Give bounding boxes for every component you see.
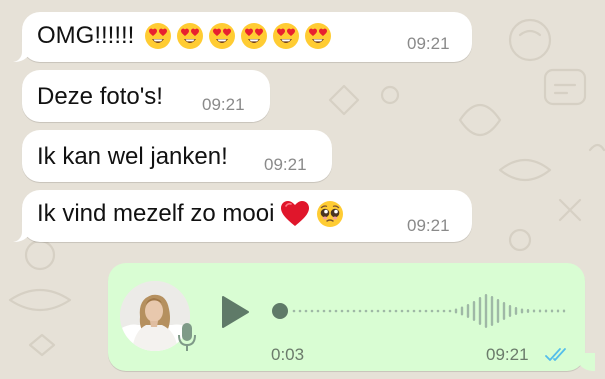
waveform-bar: [472, 301, 476, 321]
waveform-bar: [454, 308, 458, 314]
waveform-bar: [496, 299, 500, 323]
red-heart-emoji: [281, 201, 310, 226]
waveform-dot: [424, 309, 428, 313]
waveform-dot: [412, 309, 416, 313]
message-text: Ik kan wel janken!: [37, 143, 228, 170]
waveform-dot: [340, 309, 344, 313]
waveform-dot: [370, 309, 374, 313]
voice-duration: 0:03: [271, 345, 305, 364]
heart-eyes-emoji-row: [144, 22, 332, 50]
message-time: 09:21: [407, 216, 450, 235]
message-text-row: Ik vind mezelf zo mooi: [37, 200, 344, 228]
waveform-bar: [538, 309, 542, 313]
message-bubble-3[interactable]: Ik kan wel janken! 09:21: [22, 130, 332, 182]
pleading-face-emoji: [317, 201, 344, 227]
waveform-dot: [394, 309, 398, 313]
waveform-bar: [550, 309, 554, 313]
heart-eyes-emoji: [241, 23, 268, 49]
waveform-dot: [310, 309, 314, 313]
heart-eyes-emoji: [305, 23, 332, 49]
waveform-dot: [316, 309, 320, 313]
heart-eyes-emoji: [177, 23, 204, 49]
message-text-row: Deze foto's!: [37, 83, 163, 111]
message-text: OMG!!!!!!: [37, 22, 135, 49]
waveform-dot: [382, 309, 386, 313]
message-bubble-2[interactable]: Deze foto's! 09:21: [22, 70, 270, 122]
waveform-dot: [364, 309, 368, 313]
waveform-dot: [328, 309, 332, 313]
waveform-dot: [358, 309, 362, 313]
message-text: Ik vind mezelf zo mooi: [37, 200, 275, 227]
waveform-bar: [526, 309, 530, 313]
message-text-row: Ik kan wel janken!: [37, 143, 228, 171]
message-bubble-1[interactable]: OMG!!!!!! 09:21: [8, 12, 472, 62]
message-time: 09:21: [264, 155, 307, 174]
waveform-bar: [466, 304, 470, 318]
voice-time: 09:21: [486, 345, 529, 364]
waveform-bar: [556, 309, 560, 313]
heart-eyes-emoji: [273, 23, 300, 49]
waveform-bar: [502, 302, 506, 320]
waveform-dot: [406, 309, 410, 313]
waveform-dot: [334, 309, 338, 313]
waveform-bar: [514, 307, 518, 315]
waveform-dot: [418, 309, 422, 313]
waveform-dot: [292, 309, 296, 313]
heart-eyes-emoji: [209, 23, 236, 49]
waveform-bar: [532, 309, 536, 313]
message-text: Deze foto's!: [37, 83, 163, 110]
heart-eyes-emoji: [145, 23, 172, 49]
message-time: 09:21: [407, 34, 450, 53]
waveform-dot: [400, 309, 404, 313]
audio-waveform[interactable]: [268, 285, 568, 337]
message-time: 09:21: [202, 95, 245, 114]
message-bubble-4[interactable]: Ik vind mezelf zo mooi 09:21: [8, 190, 472, 242]
waveform-bar: [460, 306, 464, 316]
waveform-dot: [442, 309, 446, 313]
waveform-bar: [508, 305, 512, 317]
playback-head[interactable]: [272, 303, 288, 319]
waveform-dot: [448, 309, 452, 313]
waveform-bar: [562, 309, 566, 313]
waveform-dot: [346, 309, 350, 313]
waveform-dot: [436, 309, 440, 313]
waveform-bar: [520, 308, 524, 314]
waveform-bar: [484, 294, 488, 328]
waveform-dot: [376, 309, 380, 313]
waveform-dot: [352, 309, 356, 313]
waveform-bar: [478, 297, 482, 325]
waveform-dot: [322, 309, 326, 313]
play-icon[interactable]: [220, 295, 250, 329]
waveform-bar: [544, 309, 548, 313]
waveform-dot: [430, 309, 434, 313]
waveform-dot: [298, 309, 302, 313]
waveform-dot: [388, 309, 392, 313]
waveform-bar: [490, 296, 494, 326]
waveform-dot: [304, 309, 308, 313]
message-text-row: OMG!!!!!!: [37, 22, 332, 50]
double-check-icon: [545, 348, 566, 361]
microphone-icon: [178, 323, 196, 351]
voice-message-bubble[interactable]: 0:03 09:21: [108, 263, 595, 371]
